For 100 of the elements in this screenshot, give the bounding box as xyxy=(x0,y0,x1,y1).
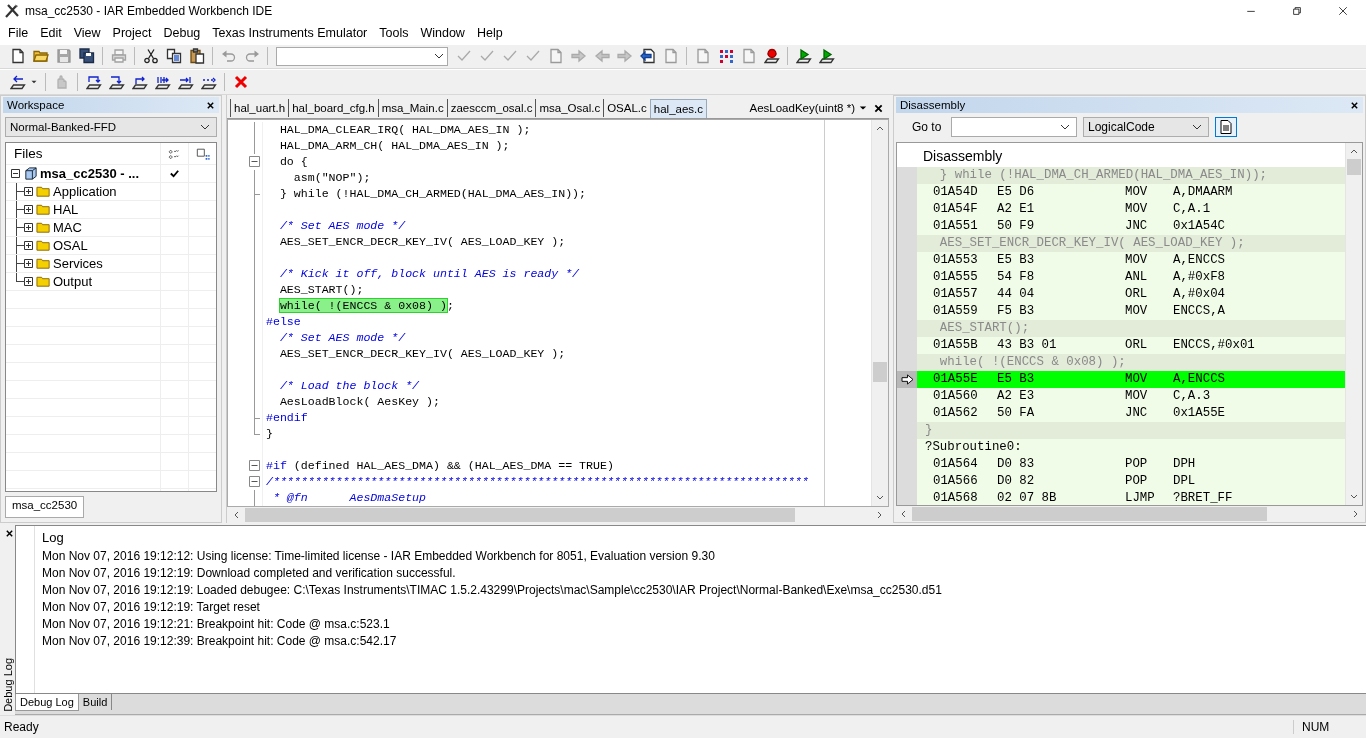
menu-item[interactable]: Help xyxy=(470,23,509,42)
address-text: 01A54D xyxy=(933,184,979,202)
close-icon[interactable] xyxy=(874,103,883,113)
close-icon[interactable] xyxy=(1350,100,1359,110)
copy-icon[interactable] xyxy=(165,48,182,65)
code-line: /***************************************************************************** xyxy=(266,474,809,491)
expand-icon[interactable] xyxy=(24,205,33,215)
instruction-row[interactable]: 01A55B 43 B3 01 ORL ENCCS,#0x01 xyxy=(917,337,1345,355)
bytes-text: E5 B3 xyxy=(997,252,1036,270)
page-arrow-icon[interactable] xyxy=(639,48,656,65)
menu-item[interactable]: Texas Instruments Emulator xyxy=(206,23,374,42)
tree-item[interactable]: HAL xyxy=(53,202,79,218)
code-line: HAL_DMA_ARM_CH( HAL_DMA_AES_IN ); xyxy=(278,138,510,155)
step-arrow-icon[interactable] xyxy=(131,74,148,91)
tree-item[interactable]: Services xyxy=(53,256,103,272)
scroll-thumb[interactable] xyxy=(245,508,795,523)
play-icon[interactable] xyxy=(795,48,812,65)
menu-item[interactable]: File xyxy=(2,23,35,42)
expand-icon[interactable] xyxy=(24,259,33,269)
x-mark-icon[interactable] xyxy=(232,74,249,91)
scroll-thumb[interactable] xyxy=(873,362,887,383)
bytes-text: 02 07 8B xyxy=(997,490,1058,506)
function-dropdown[interactable]: AesLoadKey(uint8 *) xyxy=(749,102,855,115)
scroll-thumb[interactable] xyxy=(1347,159,1361,176)
operand-text: 0x1A54C xyxy=(1173,218,1226,236)
scissors-icon[interactable] xyxy=(142,48,159,65)
close-icon[interactable] xyxy=(1337,4,1349,17)
instruction-row[interactable]: 01A566 D0 82 POP DPL xyxy=(917,473,1345,491)
collapse-icon[interactable] xyxy=(249,476,260,488)
bytes-text: 50 FA xyxy=(997,405,1036,423)
expand-icon[interactable] xyxy=(24,187,33,197)
instruction-row[interactable]: 01A557 44 04 ORL A,#0x04 xyxy=(917,286,1345,304)
file-tab[interactable]: zaesccm_osal.c xyxy=(446,99,536,118)
instruction-row[interactable]: 01A551 50 F9 JNC 0x1A54C xyxy=(917,218,1345,236)
menu-item[interactable]: Window xyxy=(414,23,471,42)
tree-item[interactable]: Output xyxy=(53,274,93,290)
clipboard-icon[interactable] xyxy=(188,48,205,65)
close-icon[interactable] xyxy=(206,100,215,110)
collapse-icon[interactable] xyxy=(249,460,260,472)
tree-item[interactable]: Application xyxy=(53,184,117,200)
document-button[interactable] xyxy=(1215,117,1237,138)
page-icon[interactable] xyxy=(9,48,26,65)
step-arrow-icon[interactable] xyxy=(177,74,194,91)
instruction-row[interactable]: 01A559 F5 B3 MOV ENCCS,A xyxy=(917,303,1345,321)
file-tab[interactable]: OSAL.c xyxy=(603,99,650,118)
instruction-row[interactable]: 01A55E E5 B3 MOV A,ENCCS xyxy=(917,371,1345,389)
tree-item[interactable]: MAC xyxy=(53,220,82,236)
folder-icon[interactable] xyxy=(32,48,49,65)
file-tab[interactable]: hal_aes.c xyxy=(649,98,708,118)
play-icon[interactable] xyxy=(818,48,835,65)
maximize-icon[interactable] xyxy=(1291,4,1303,17)
workspace-tab[interactable]: msa_cc2530 xyxy=(5,496,85,519)
collapse-icon[interactable] xyxy=(249,156,260,168)
panel-title: Debug Log xyxy=(1,658,14,713)
file-tab[interactable]: hal_uart.h xyxy=(230,99,289,118)
instruction-row[interactable]: 01A560 A2 E3 MOV C,A.3 xyxy=(917,388,1345,406)
menu-item[interactable]: View xyxy=(67,23,107,42)
dots-grid-icon[interactable] xyxy=(717,48,734,65)
operand-text: ?BRET_FF xyxy=(1173,490,1233,506)
log-tab[interactable]: Debug Log xyxy=(15,694,79,712)
configuration-dropdown[interactable]: Normal-Banked-FFD xyxy=(5,117,217,138)
code-editor[interactable] xyxy=(227,119,889,508)
view-mode-dropdown[interactable]: LogicalCode xyxy=(1083,117,1209,138)
tree-item[interactable]: OSAL xyxy=(53,238,88,254)
close-icon[interactable] xyxy=(5,529,14,539)
file-tab[interactable]: msa_Main.c xyxy=(377,99,447,118)
bytes-text: E5 D6 xyxy=(997,184,1036,202)
instruction-row[interactable]: 01A568 02 07 8B LJMP ?BRET_FF xyxy=(917,490,1345,506)
step-arrow-icon[interactable] xyxy=(154,74,171,91)
file-tab[interactable]: hal_board_cfg.h xyxy=(288,99,378,118)
menu-item[interactable]: Tools xyxy=(373,23,415,42)
back-arrow-icon[interactable] xyxy=(9,74,26,91)
menu-item[interactable]: Project xyxy=(106,23,158,42)
instruction-row[interactable]: 01A555 54 F8 ANL A,#0xF8 xyxy=(917,269,1345,287)
instruction-row[interactable]: 01A562 50 FA JNC 0x1A55E xyxy=(917,405,1345,423)
menu-item[interactable]: Edit xyxy=(34,23,68,42)
instruction-row[interactable]: 01A564 D0 83 POP DPH xyxy=(917,456,1345,474)
menu-item[interactable]: Debug xyxy=(157,23,207,42)
dot-icon[interactable] xyxy=(763,48,780,65)
instruction-row[interactable]: 01A54D E5 D6 MOV A,DMAARM xyxy=(917,184,1345,202)
expand-icon[interactable] xyxy=(24,223,33,233)
grid-icon[interactable] xyxy=(195,146,210,161)
step-arrow-icon[interactable] xyxy=(85,74,102,91)
instruction-row[interactable]: 01A553 E5 B3 MOV A,ENCCS xyxy=(917,252,1345,270)
go-to-field[interactable] xyxy=(951,117,1077,138)
collapse-icon[interactable] xyxy=(11,169,20,179)
file-tab[interactable]: msa_Osal.c xyxy=(535,99,604,118)
vertical-scrollbar[interactable] xyxy=(1345,143,1362,506)
step-arrow-icon[interactable] xyxy=(108,74,125,91)
address-text: 01A55B xyxy=(933,337,979,355)
mnemonic-text: MOV xyxy=(1125,252,1149,270)
mnemonic-text: ANL xyxy=(1125,269,1149,287)
log-tab[interactable]: Build xyxy=(78,694,113,711)
vertical-scrollbar[interactable] xyxy=(871,120,888,507)
expand-icon[interactable] xyxy=(24,241,33,251)
floppy-disks-icon[interactable] xyxy=(78,48,95,65)
tree-item[interactable]: msa_cc2530 - ... xyxy=(40,166,140,182)
expand-icon[interactable] xyxy=(24,277,33,287)
instruction-row[interactable]: 01A54F A2 E1 MOV C,A.1 xyxy=(917,201,1345,219)
scroll-thumb[interactable] xyxy=(912,507,1267,522)
